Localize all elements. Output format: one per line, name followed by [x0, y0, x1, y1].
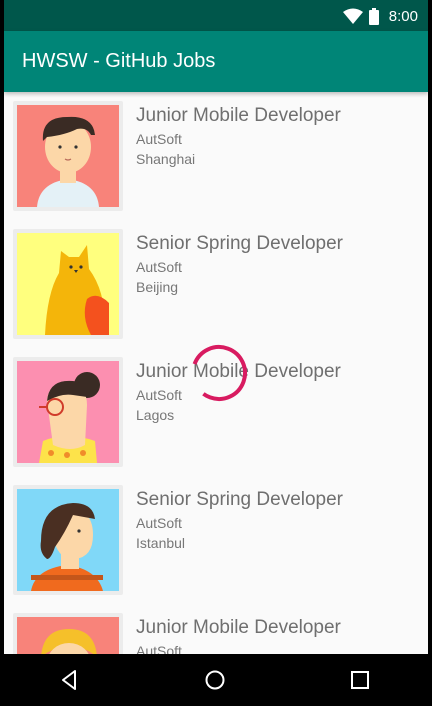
job-company: AutSoft [136, 131, 182, 147]
avatar-frame [13, 485, 123, 595]
avatar-cat-icon [17, 233, 119, 335]
job-title: Junior Mobile Developer [136, 105, 341, 126]
status-bar: 8:00 [4, 0, 428, 31]
job-list-item[interactable]: Junior Mobile Developer AutSoft [4, 604, 428, 654]
avatar-woman-glasses-icon [17, 361, 119, 463]
job-company: AutSoft [136, 643, 182, 654]
avatar-girl-icon [17, 489, 119, 591]
job-location: Lagos [136, 407, 175, 423]
app-title: HWSW - GitHub Jobs [22, 50, 216, 72]
job-location: Beijing [136, 279, 179, 295]
app-bar: HWSW - GitHub Jobs [4, 31, 428, 92]
avatar-frame [13, 101, 123, 211]
job-list-item[interactable]: Senior Spring Developer AutSoft Beijing [4, 220, 428, 348]
loading-spinner-icon [191, 345, 247, 401]
avatar-blond-icon [17, 617, 119, 654]
back-icon[interactable] [58, 668, 82, 692]
job-title: Senior Spring Developer [136, 489, 344, 510]
avatar-boy-icon [17, 105, 119, 207]
job-location: Shanghai [136, 151, 196, 167]
avatar-frame [13, 357, 123, 467]
job-company: AutSoft [136, 387, 182, 403]
job-location: Istanbul [136, 535, 186, 551]
status-time: 8:00 [388, 7, 418, 25]
battery-icon [368, 7, 379, 25]
avatar-frame [13, 613, 123, 654]
job-title: Senior Spring Developer [136, 233, 344, 254]
job-title: Junior Mobile Developer [136, 617, 341, 638]
wifi-icon [342, 8, 363, 24]
job-company: AutSoft [136, 259, 182, 275]
status-icons: 8:00 [342, 7, 418, 25]
job-list-item[interactable]: Senior Spring Developer AutSoft Istanbul [4, 476, 428, 604]
job-company: AutSoft [136, 515, 182, 531]
avatar-frame [13, 229, 123, 339]
recents-icon[interactable] [348, 668, 372, 692]
job-list-item[interactable]: Junior Mobile Developer AutSoft Shanghai [4, 92, 428, 220]
home-icon[interactable] [203, 668, 227, 692]
app-screen: 8:00 HWSW - GitHub Jobs Junior Mobile De… [4, 0, 428, 706]
navigation-bar [0, 654, 432, 706]
